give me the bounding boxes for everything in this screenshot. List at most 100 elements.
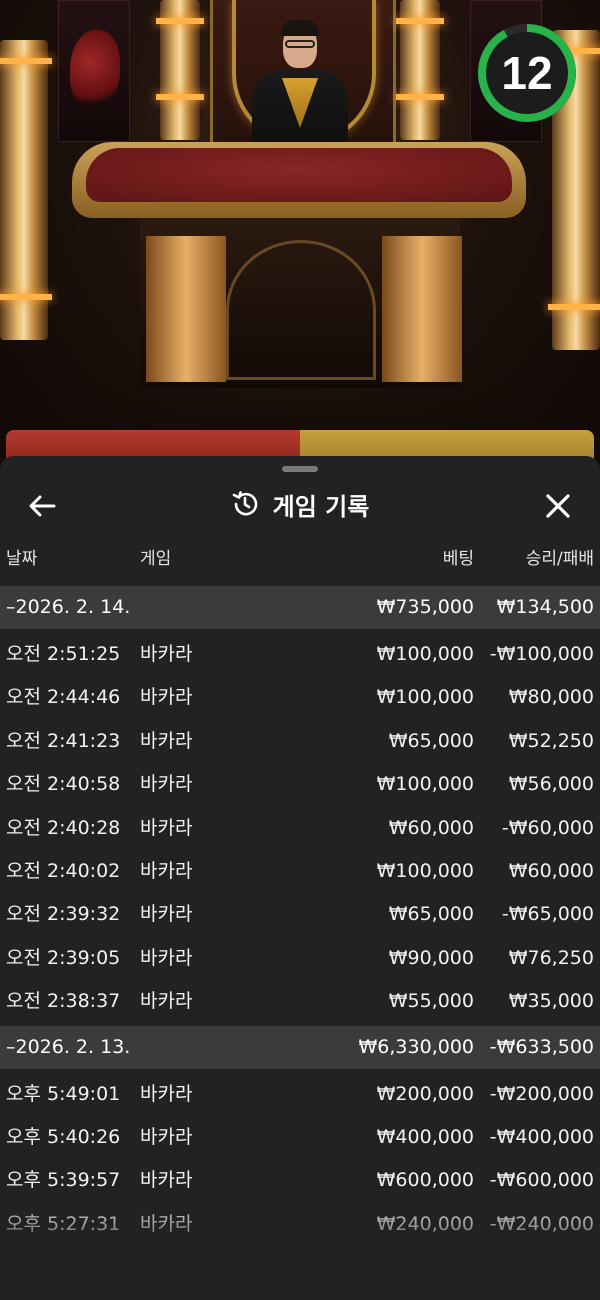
back-button[interactable] [22, 486, 62, 526]
history-row[interactable]: 오후 5:27:31 바카라 ₩240,000 -₩240,000 [0, 1203, 600, 1246]
row-game: 바카라 [140, 773, 193, 796]
screen: 12 게임 기록 날짜 게임 베팅 승리/패배 –2026. 2. 14. ₩7… [0, 0, 600, 1300]
group-total-result: -₩633,500 [489, 1035, 594, 1058]
row-bet: ₩100,000 [376, 859, 474, 882]
row-result: ₩56,000 [508, 773, 594, 796]
row-time: 오전 2:51:25 [6, 643, 121, 665]
row-game: 바카라 [140, 1125, 193, 1148]
date-group-header[interactable]: –2026. 2. 14. ₩735,000 ₩134,500 [0, 586, 600, 629]
row-game: 바카라 [140, 1082, 193, 1105]
row-bet: ₩90,000 [388, 946, 474, 969]
row-bet: ₩240,000 [376, 1212, 474, 1235]
live-dealer-video: 12 [0, 0, 600, 470]
row-bet: ₩65,000 [388, 729, 474, 752]
history-row[interactable]: 오후 5:39:57 바카라 ₩600,000 -₩600,000 [0, 1159, 600, 1202]
history-row[interactable]: 오전 2:41:23 바카라 ₩65,000 ₩52,250 [0, 720, 600, 763]
row-game: 바카라 [140, 1212, 193, 1235]
row-bet: ₩400,000 [376, 1125, 474, 1148]
row-time: 오전 2:40:28 [6, 816, 121, 839]
row-result: ₩80,000 [508, 686, 594, 709]
row-time: 오후 5:39:57 [6, 1169, 121, 1192]
row-result: -₩200,000 [489, 1082, 594, 1105]
history-row[interactable]: 오전 2:38:37 바카라 ₩55,000 ₩35,000 [0, 980, 600, 1023]
column-header-game: 게임 [140, 549, 172, 569]
history-icon [232, 491, 257, 516]
dragon-artwork [70, 30, 120, 110]
history-row[interactable]: 오전 2:40:02 바카라 ₩100,000 ₩60,000 [0, 850, 600, 893]
history-row[interactable]: 오전 2:40:28 바카라 ₩60,000 -₩60,000 [0, 807, 600, 850]
sheet-drag-handle[interactable] [282, 466, 318, 472]
date-group-header[interactable]: –2026. 2. 13. ₩6,330,000 -₩633,500 [0, 1025, 600, 1069]
timer-value: 12 [501, 47, 553, 99]
row-time: 오후 5:49:01 [6, 1082, 121, 1105]
row-time: 오후 5:40:26 [6, 1125, 121, 1148]
column-headers: 날짜 게임 베팅 승리/패배 [0, 544, 600, 586]
row-bet: ₩200,000 [376, 1082, 474, 1105]
row-bet: ₩60,000 [388, 816, 474, 839]
group-total-result: ₩134,500 [496, 596, 594, 618]
row-bet: ₩100,000 [376, 686, 474, 709]
history-row[interactable]: 오전 2:39:05 바카라 ₩90,000 ₩76,250 [0, 937, 600, 980]
game-history-sheet: 게임 기록 날짜 게임 베팅 승리/패배 –2026. 2. 14. ₩735,… [0, 456, 600, 1300]
row-result: -₩400,000 [489, 1125, 594, 1148]
row-bet: ₩55,000 [388, 990, 474, 1013]
row-bet: ₩100,000 [376, 773, 474, 796]
history-row[interactable]: 오전 2:51:25 바카라 ₩100,000 -₩100,000 [0, 633, 600, 676]
row-bet: ₩65,000 [388, 903, 474, 926]
history-row[interactable]: 오전 2:40:58 바카라 ₩100,000 ₩56,000 [0, 763, 600, 806]
row-time: 오전 2:40:02 [6, 859, 121, 882]
row-game: 바카라 [140, 990, 193, 1013]
dealer-glasses [285, 40, 315, 48]
row-result: ₩60,000 [508, 859, 594, 882]
sheet-header: 게임 기록 [0, 476, 600, 532]
table-leg-left [146, 236, 226, 382]
title-text: 게임 기록 [272, 492, 370, 521]
row-result: -₩240,000 [489, 1212, 594, 1235]
pillar-center-right [396, 0, 444, 140]
row-bet: ₩100,000 [376, 643, 474, 665]
column-header-bet: 베팅 [442, 549, 474, 569]
row-time: 오전 2:44:46 [6, 686, 121, 709]
row-result: -₩60,000 [501, 816, 594, 839]
countdown-timer: 12 [476, 22, 578, 124]
row-game: 바카라 [140, 1169, 193, 1192]
history-row[interactable]: 오전 2:44:46 바카라 ₩100,000 ₩80,000 [0, 676, 600, 719]
column-header-date: 날짜 [6, 549, 38, 569]
row-time: 오전 2:41:23 [6, 729, 121, 752]
arrow-left-icon [29, 495, 56, 517]
row-game: 바카라 [140, 946, 193, 969]
row-time: 오전 2:40:58 [6, 773, 121, 796]
row-time: 오전 2:38:37 [6, 990, 121, 1013]
sheet-title: 게임 기록 [0, 476, 600, 532]
history-list[interactable]: –2026. 2. 14. ₩735,000 ₩134,500 오전 2:51:… [0, 586, 600, 1246]
row-game: 바카라 [140, 859, 193, 882]
row-result: -₩100,000 [489, 643, 594, 665]
row-time: 오후 5:27:31 [6, 1212, 121, 1235]
row-result: ₩52,250 [508, 729, 594, 752]
dealer-hair [281, 20, 319, 36]
history-row[interactable]: 오후 5:49:01 바카라 ₩200,000 -₩200,000 [0, 1073, 600, 1116]
group-total-bet: ₩6,330,000 [358, 1035, 474, 1058]
column-header-win-loss: 승리/패배 [525, 549, 594, 569]
close-button[interactable] [536, 484, 580, 528]
row-bet: ₩600,000 [376, 1169, 474, 1192]
row-time: 오전 2:39:05 [6, 946, 121, 969]
row-result: ₩76,250 [508, 946, 594, 969]
history-row[interactable]: 오후 5:40:26 바카라 ₩400,000 -₩400,000 [0, 1116, 600, 1159]
row-game: 바카라 [140, 643, 193, 665]
row-game: 바카라 [140, 686, 193, 709]
group-total-bet: ₩735,000 [376, 596, 474, 618]
pillar-center-left [156, 0, 204, 140]
row-game: 바카라 [140, 729, 193, 752]
group-date: –2026. 2. 14. [6, 596, 131, 618]
close-icon [546, 494, 570, 518]
row-result: -₩600,000 [489, 1169, 594, 1192]
pillar-left [0, 40, 52, 340]
table-center-ornament [226, 240, 376, 380]
table-leg-right [382, 236, 462, 382]
row-result: -₩65,000 [501, 903, 594, 926]
history-row[interactable]: 오전 2:39:32 바카라 ₩65,000 -₩65,000 [0, 893, 600, 936]
table-felt [86, 148, 512, 202]
row-game: 바카라 [140, 903, 193, 926]
group-date: –2026. 2. 13. [6, 1035, 131, 1058]
